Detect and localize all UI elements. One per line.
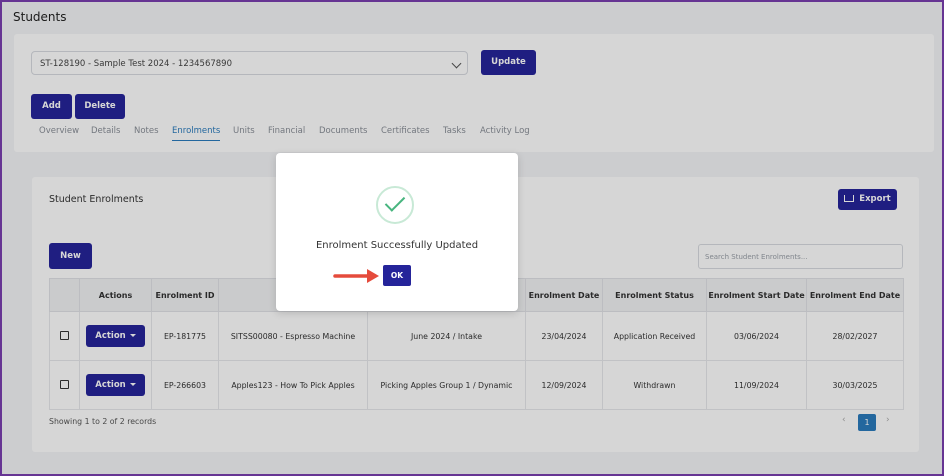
ok-button[interactable]: OK (383, 265, 411, 286)
check-circle-icon (376, 186, 414, 224)
dialog-message: Enrolment Successfully Updated (315, 240, 479, 251)
success-dialog: Enrolment Successfully Updated OK (276, 153, 518, 311)
arrow-pointer-icon (333, 269, 379, 283)
